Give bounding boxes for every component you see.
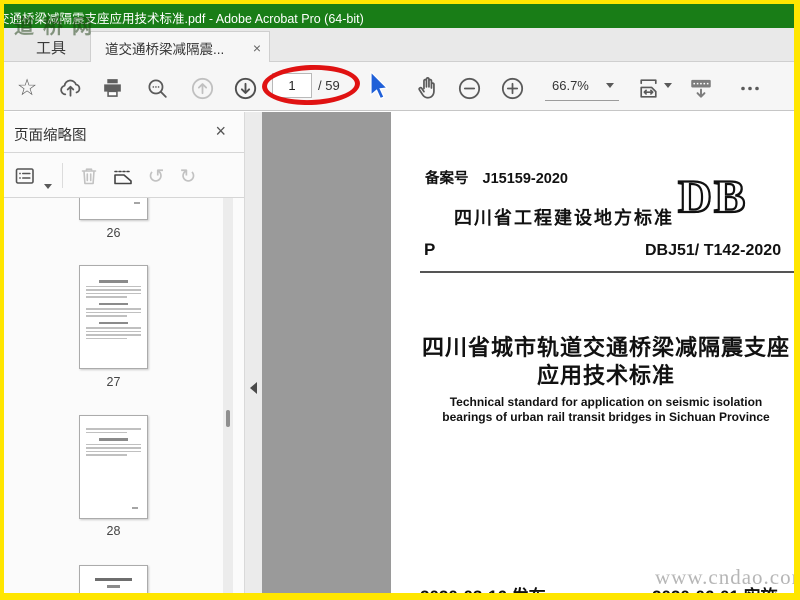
screenshot-yellow-frame: 交通桥梁减隔震支座应用技术标准.pdf - Adobe Acrobat Pro … <box>0 0 800 600</box>
title-cn-line2: 应用技术标准 <box>536 363 675 388</box>
thumbnail-scrollbar-thumb[interactable] <box>226 410 230 427</box>
tab-tools-label: 工具 <box>35 39 66 57</box>
classification-letter: P <box>424 240 436 259</box>
thumbnail-scrollbar-track[interactable] <box>223 198 233 593</box>
record-label: 备案号 <box>425 171 469 187</box>
zoom-out-icon[interactable] <box>456 75 482 101</box>
issue-date: 2020-03-16 发布 <box>420 582 546 593</box>
thumbnail-options-icon[interactable] <box>12 163 38 189</box>
thumbnail-page-29[interactable] <box>79 565 148 593</box>
panel-header: 页面缩略图 × <box>4 112 244 153</box>
panel-title: 页面缩略图 <box>14 128 87 144</box>
thumbnail-options-caret-icon[interactable] <box>44 184 52 189</box>
tab-document-label: 道交通桥梁减隔震... <box>105 41 225 57</box>
record-number: J15159-2020 <box>482 171 568 187</box>
collapse-toolbar-icon[interactable] <box>688 75 714 101</box>
thumbnail-page-27[interactable] <box>79 265 148 369</box>
hand-tool-icon[interactable] <box>414 75 440 101</box>
thumbnail-page-28[interactable] <box>79 415 148 519</box>
standard-category: 四川省工程建设地方标准 <box>454 208 674 228</box>
thumbnail-label: 28 <box>106 524 121 538</box>
search-icon[interactable] <box>144 75 170 101</box>
zoom-dropdown-caret-icon[interactable] <box>606 83 614 88</box>
main-toolbar: ☆ 1 / 59 66.7% <box>4 62 794 111</box>
thumbnail-label: 27 <box>106 375 121 389</box>
record-number-row: 备案号 J15159-2020 <box>425 167 568 188</box>
rotate-right-icon: ↻ <box>175 163 201 189</box>
thumbnail-label: 26 <box>106 226 121 240</box>
title-block: 四川省城市轨道交通桥梁减隔震支座 应用技术标准 Technical standa… <box>391 334 794 424</box>
zoom-combobox-underline <box>545 100 619 101</box>
zoom-level-value[interactable]: 66.7% <box>552 78 589 93</box>
thumbnail-content <box>132 507 138 509</box>
thumbnail-page-26[interactable] <box>79 198 148 220</box>
title-en-line1: Technical standard for application on se… <box>449 395 763 409</box>
acrobat-window: 交通桥梁减隔震支座应用技术标准.pdf - Adobe Acrobat Pro … <box>4 4 794 593</box>
fit-dropdown-caret-icon[interactable] <box>664 83 672 88</box>
thumbnail-content <box>80 428 147 456</box>
tab-close-icon[interactable]: × <box>247 40 261 56</box>
previous-page-icon <box>189 75 215 101</box>
standard-number: DBJ51/ T142-2020 <box>645 242 782 259</box>
panel-toolbar: ↺ ↻ <box>4 153 244 198</box>
rotate-right-glyph: ↻ <box>179 164 197 188</box>
page-thumbnails-panel: 页面缩略图 × ↺ ↻ 26 27 28 <box>4 112 244 593</box>
print-icon[interactable] <box>99 75 125 101</box>
thumbnail-content <box>80 578 147 593</box>
share-cloud-icon[interactable] <box>57 75 83 101</box>
title-cn-line1: 四川省城市轨道交通桥梁减隔震支座 <box>421 335 790 360</box>
document-view[interactable]: 备案号 J15159-2020 DB 四川省工程建设地方标准 P DBJ51/ T… <box>262 112 794 593</box>
window-title: 交通桥梁减隔震支座应用技术标准.pdf - Adobe Acrobat Pro … <box>4 12 364 26</box>
tab-document[interactable]: 道交通桥梁减隔震... × <box>90 31 270 63</box>
more-options-icon[interactable] <box>735 75 765 101</box>
red-ellipse-annotation <box>261 63 361 107</box>
delete-pages-icon <box>76 163 102 189</box>
thumbnail-content <box>80 280 147 339</box>
fit-width-icon[interactable] <box>635 75 661 101</box>
mouse-cursor-icon <box>370 71 389 100</box>
panel-splitter[interactable] <box>244 112 262 593</box>
tab-bar: 工具 道交通桥梁减隔震... × <box>4 28 794 63</box>
thumbnail-content <box>134 202 140 204</box>
toolbar-separator <box>62 163 63 188</box>
panel-close-icon[interactable]: × <box>215 121 226 142</box>
pdf-page: 备案号 J15159-2020 DB 四川省工程建设地方标准 P DBJ51/ T… <box>391 112 794 593</box>
star-icon[interactable]: ☆ <box>14 75 40 101</box>
title-en-line2: bearings of urban rail transit bridges i… <box>442 409 770 424</box>
tab-tools[interactable]: 工具 <box>12 32 90 62</box>
rotate-left-glyph: ↺ <box>147 164 165 188</box>
title-bar: 交通桥梁减隔震支座应用技术标准.pdf - Adobe Acrobat Pro … <box>4 4 794 28</box>
collapse-panel-icon[interactable] <box>250 382 257 394</box>
rotate-left-icon: ↺ <box>143 163 169 189</box>
db-logo: DB <box>677 170 748 224</box>
thumbnail-list: 26 27 28 <box>4 198 244 593</box>
next-page-icon[interactable] <box>232 75 258 101</box>
zoom-in-icon[interactable] <box>499 75 525 101</box>
main-region: 页面缩略图 × ↺ ↻ 26 27 28 备案号 J15159-2020 DB … <box>4 112 794 593</box>
star-glyph: ☆ <box>16 75 38 101</box>
extract-pages-icon[interactable] <box>110 163 136 189</box>
site-watermark-bottom: www.cndao.com <box>655 565 794 589</box>
header-rule <box>420 271 794 273</box>
